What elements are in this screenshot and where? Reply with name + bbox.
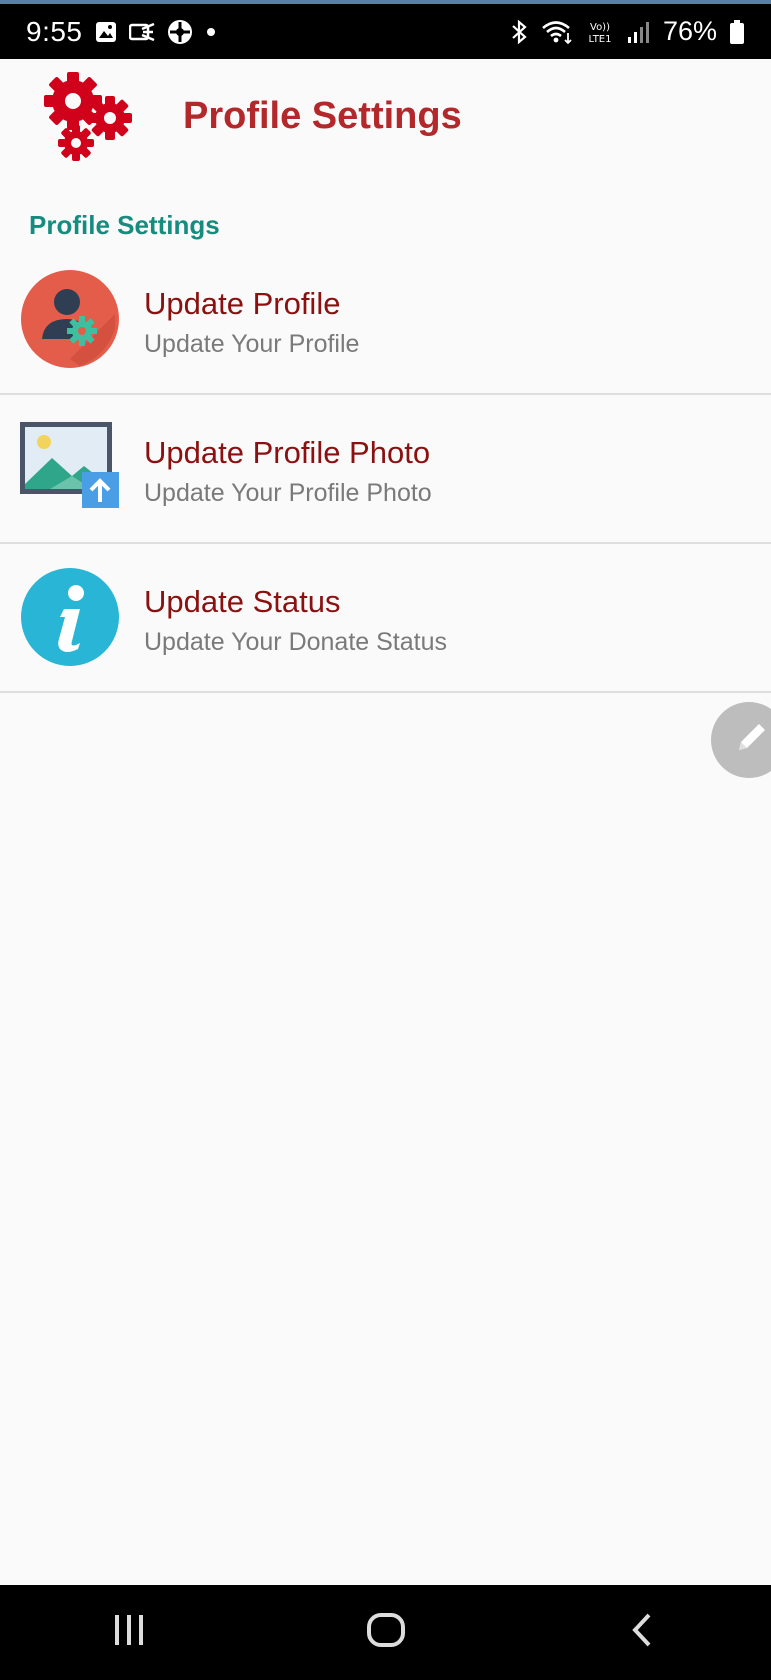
list-item-update-profile[interactable]: Update Profile Update Your Profile: [0, 246, 771, 395]
status-time: 9:55: [26, 15, 83, 47]
item-subtitle: Update Your Profile: [144, 330, 360, 358]
list-item-update-status[interactable]: Update Status Update Your Donate Status: [0, 544, 771, 693]
item-title: Update Profile Photo: [144, 435, 431, 470]
item-subtitle: Update Your Profile Photo: [144, 479, 432, 507]
list-item-update-profile-photo[interactable]: Update Profile Photo Update Your Profile…: [0, 395, 771, 544]
section-title: Profile Settings: [29, 210, 220, 240]
app-icon: [167, 19, 193, 45]
info-icon: [20, 567, 120, 667]
pencil-icon: [733, 720, 769, 761]
recents-button[interactable]: [69, 1593, 189, 1673]
cast-icon: [128, 21, 155, 43]
battery-icon: [729, 19, 745, 45]
item-subtitle: Update Your Donate Status: [144, 628, 448, 656]
back-icon: [623, 1610, 663, 1655]
svg-text:Vo)): Vo)): [590, 22, 610, 33]
signal-icon: [627, 20, 651, 44]
edit-fab-button[interactable]: [711, 702, 771, 778]
navigation-bar: [0, 1585, 771, 1680]
back-button[interactable]: [583, 1593, 703, 1673]
home-icon: [365, 1609, 407, 1656]
image-icon: [95, 21, 117, 43]
home-button[interactable]: [326, 1593, 446, 1673]
settings-list: Update Profile Update Your Profile Updat…: [0, 246, 771, 693]
item-title: Update Status: [144, 584, 341, 619]
app-header: Profile Settings: [0, 59, 771, 179]
photo-upload-icon: [20, 418, 120, 518]
status-left: 9:55: [26, 16, 217, 48]
svg-text:LTE1: LTE1: [588, 34, 611, 45]
page-title: Profile Settings: [183, 95, 462, 137]
recents-icon: [109, 1610, 149, 1655]
status-right: Vo)) LTE1 76%: [509, 16, 745, 47]
wifi-icon: [541, 19, 573, 45]
volte-icon: Vo)) LTE1: [585, 19, 615, 45]
item-title: Update Profile: [144, 286, 341, 321]
battery-percent: 76%: [662, 16, 717, 46]
user-settings-icon: [20, 269, 120, 369]
bluetooth-icon: [509, 19, 529, 45]
status-bar: 9:55 Vo)) LTE1 76%: [0, 4, 771, 59]
dot-icon: [205, 26, 217, 38]
gears-icon: [40, 71, 140, 167]
